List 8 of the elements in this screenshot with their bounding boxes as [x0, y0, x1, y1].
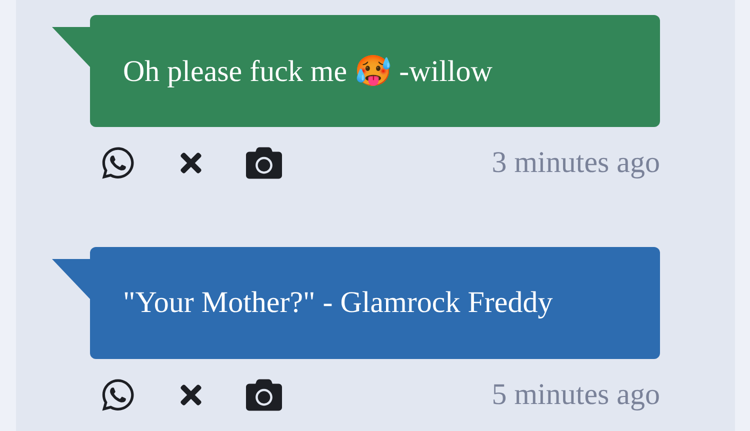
whatsapp-share-icon[interactable] — [100, 145, 136, 181]
message-time: 3 minutes ago — [492, 146, 660, 180]
camera-icon[interactable] — [246, 377, 282, 413]
whatsapp-share-icon[interactable] — [100, 377, 136, 413]
message-text: "Your Mother?" - Glamrock Freddy — [123, 286, 553, 320]
message-time: 5 minutes ago — [492, 378, 660, 412]
camera-icon[interactable] — [246, 145, 282, 181]
message-text: Oh please fuck me 🥵 -willow — [123, 54, 492, 89]
